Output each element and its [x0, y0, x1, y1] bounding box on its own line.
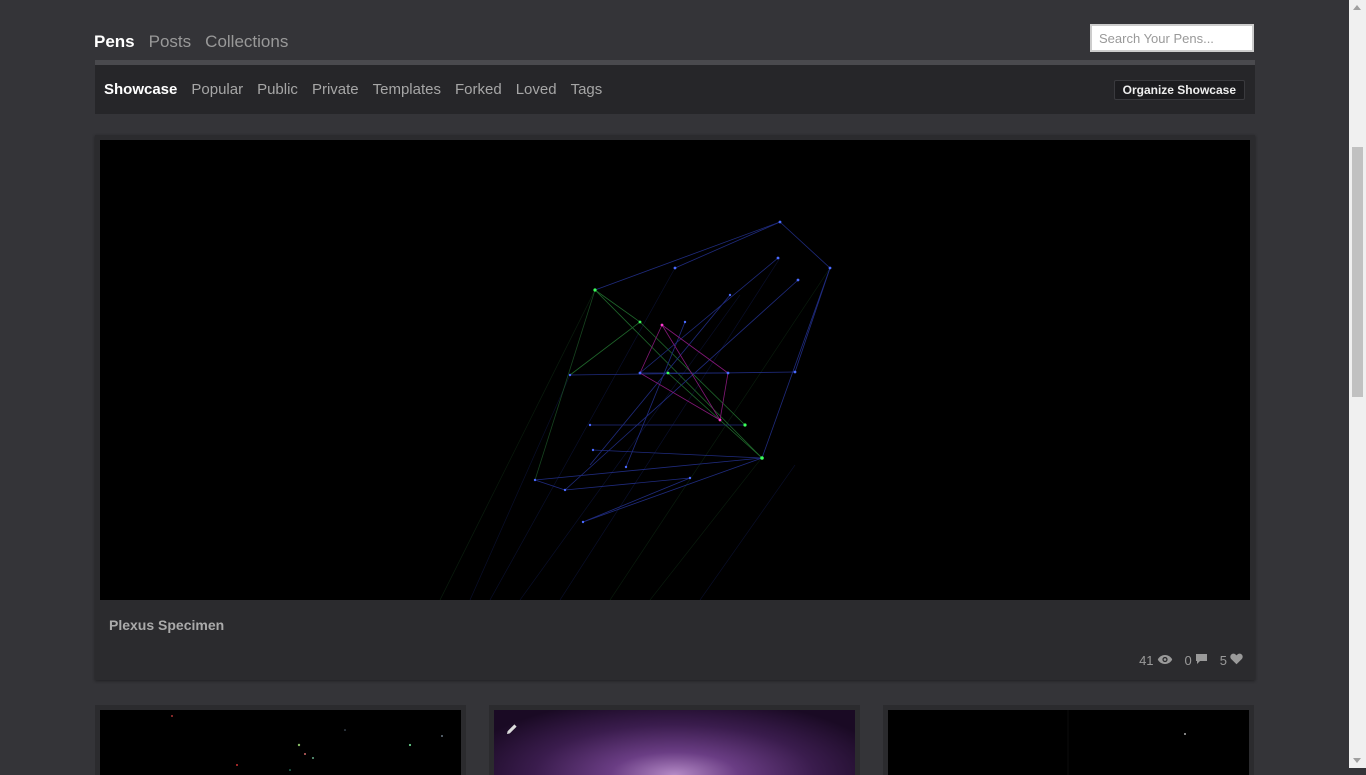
- scroll-up-arrow-icon[interactable]: [1353, 5, 1361, 10]
- pencil-icon[interactable]: [506, 722, 518, 740]
- sub-navigation: Showcase Popular Public Private Template…: [95, 60, 1255, 114]
- tab-pens[interactable]: Pens: [94, 32, 135, 52]
- particles-preview-graphic: [171, 715, 443, 771]
- tab-posts[interactable]: Posts: [149, 32, 192, 52]
- comments-stat[interactable]: 0: [1185, 653, 1208, 668]
- dark-preview-graphic: [1067, 710, 1186, 775]
- comment-icon: [1195, 653, 1208, 668]
- scroll-down-arrow-icon[interactable]: [1353, 758, 1361, 763]
- loves-count: 5: [1219, 653, 1227, 668]
- views-count: 41: [1139, 653, 1154, 668]
- subnav-loved[interactable]: Loved: [516, 81, 557, 98]
- subnav-private[interactable]: Private: [312, 81, 359, 98]
- pen-card[interactable]: [489, 705, 860, 775]
- organize-showcase-button[interactable]: Organize Showcase: [1113, 80, 1245, 100]
- pen-card[interactable]: [95, 705, 466, 775]
- scrollbar-thumb[interactable]: [1352, 147, 1363, 397]
- plexus-preview-graphic: [439, 220, 832, 600]
- comments-count: 0: [1184, 653, 1192, 668]
- tab-collections[interactable]: Collections: [205, 32, 288, 52]
- eye-icon: [1157, 653, 1173, 668]
- views-stat[interactable]: 41: [1139, 653, 1172, 668]
- top-tabs: Pens Posts Collections: [94, 32, 288, 52]
- subnav-public[interactable]: Public: [257, 81, 298, 98]
- pen-title[interactable]: Plexus Specimen: [109, 617, 224, 633]
- pen-card[interactable]: [883, 705, 1254, 775]
- subnav-tags[interactable]: Tags: [571, 81, 603, 98]
- pen-thumbnail[interactable]: [888, 710, 1249, 775]
- subnav-forked[interactable]: Forked: [455, 81, 502, 98]
- page-scrollbar[interactable]: [1349, 0, 1366, 768]
- subnav-templates[interactable]: Templates: [373, 81, 441, 98]
- subnav-showcase[interactable]: Showcase: [104, 81, 177, 98]
- showcase-pen-card: Plexus Specimen 41 0 5: [95, 135, 1255, 680]
- search-input[interactable]: [1090, 24, 1254, 52]
- pen-stats: 41 0 5: [1139, 653, 1243, 668]
- heart-icon: [1230, 653, 1243, 668]
- subnav-popular[interactable]: Popular: [191, 81, 243, 98]
- pen-preview[interactable]: [100, 140, 1250, 600]
- pen-thumbnail[interactable]: [100, 710, 461, 775]
- loves-stat[interactable]: 5: [1220, 653, 1243, 668]
- pen-thumbnail[interactable]: [494, 710, 855, 775]
